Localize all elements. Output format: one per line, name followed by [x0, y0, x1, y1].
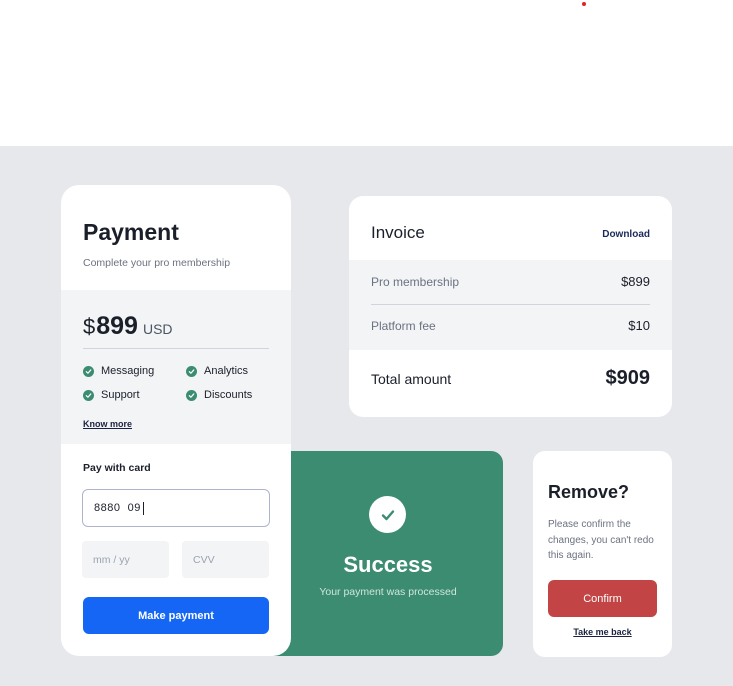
payment-card: Payment Complete your pro membership $ 8… — [61, 185, 291, 656]
remove-message: Please confirm the changes, you can't re… — [548, 519, 654, 561]
price-unit: USD — [142, 321, 173, 337]
price-section: $ 899 USD Messaging Analytics Support Di… — [61, 290, 291, 444]
invoice-item-value: $10 — [628, 318, 650, 333]
price: $ 899 USD — [83, 312, 173, 341]
check-icon — [186, 365, 197, 377]
card-number-input[interactable]: 8880 09 — [82, 489, 270, 527]
total-label: Total amount — [371, 370, 452, 387]
text-caret — [142, 501, 144, 515]
red-dot — [582, 2, 586, 6]
invoice-item-value: $899 — [621, 274, 650, 289]
feature-label: Support — [101, 389, 140, 401]
invoice-item-label: Pro membership — [371, 274, 460, 289]
top-blank-area — [0, 0, 733, 146]
invoice-row: Platform fee $10 — [371, 318, 650, 333]
download-link[interactable]: Download — [602, 229, 650, 240]
total-value: $909 — [605, 367, 651, 389]
feature-label: Messaging — [101, 365, 155, 377]
cvv-input[interactable]: CVV — [182, 541, 269, 578]
payment-title: Payment — [83, 219, 179, 245]
remove-title: Remove? — [548, 482, 630, 502]
know-more-link[interactable]: Know more — [83, 419, 132, 429]
feature-item: Discounts — [186, 389, 252, 401]
feature-label: Analytics — [204, 365, 249, 377]
invoice-title: Invoice — [371, 223, 425, 242]
success-subtitle: Your payment was processed — [319, 586, 457, 598]
feature-item: Support — [83, 389, 140, 401]
feature-item: Analytics — [186, 365, 248, 377]
invoice-row: Pro membership $899 — [371, 274, 650, 289]
remove-dialog: Remove? Please confirm the changes, you … — [533, 451, 672, 657]
make-payment-button[interactable]: Make payment — [83, 597, 269, 634]
invoice-items: Pro membership $899 Platform fee $10 — [349, 260, 672, 350]
check-icon — [83, 389, 94, 401]
invoice-item-label: Platform fee — [371, 318, 436, 333]
divider — [83, 348, 269, 349]
success-check-icon — [369, 496, 406, 533]
pay-with-card-label: Pay with card — [83, 462, 151, 474]
feature-label: Discounts — [204, 389, 253, 401]
feature-item: Messaging — [83, 365, 154, 377]
check-icon — [83, 365, 94, 377]
price-amount: 899 — [96, 312, 138, 340]
payment-subtitle: Complete your pro membership — [83, 257, 231, 269]
expiry-input[interactable]: mm / yy — [82, 541, 169, 578]
success-title: Success — [343, 552, 433, 577]
check-icon — [186, 389, 197, 401]
total-row: Total amount $909 — [371, 367, 650, 390]
confirm-button[interactable]: Confirm — [548, 580, 657, 617]
currency-symbol: $ — [83, 314, 96, 339]
divider — [371, 304, 650, 305]
take-me-back-link[interactable]: Take me back — [533, 627, 672, 637]
invoice-card: Invoice Download Pro membership $899 Pla… — [349, 196, 672, 417]
card-number-value: 8880 09 — [94, 502, 141, 514]
